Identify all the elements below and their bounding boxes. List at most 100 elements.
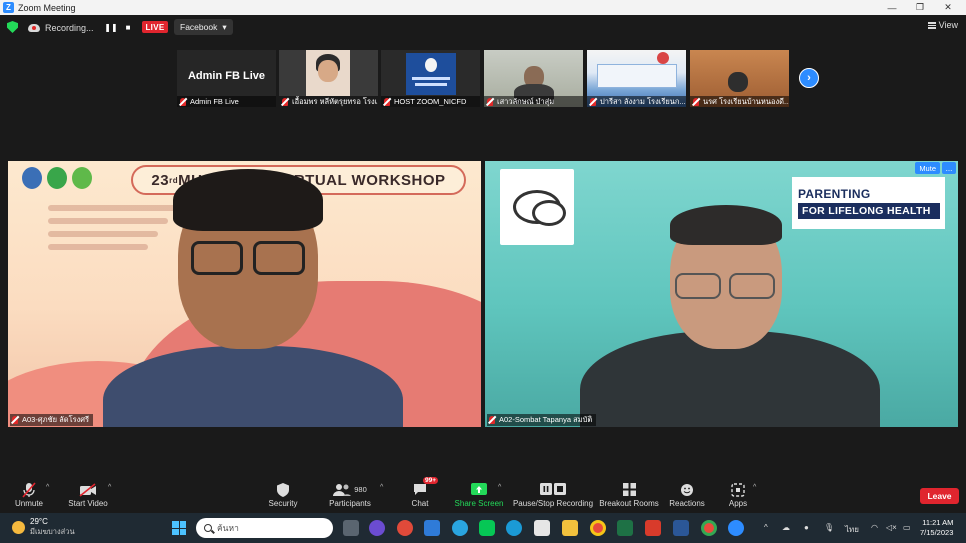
pause-stop-icon — [538, 480, 568, 499]
encryption-shield-icon[interactable] — [7, 21, 18, 33]
chat-button[interactable]: 99+ Chat — [410, 477, 439, 512]
chevron-up-icon[interactable]: ^ — [380, 484, 383, 491]
line-icon[interactable] — [479, 520, 495, 536]
start-video-label: Start Video — [68, 499, 108, 508]
excel-icon[interactable] — [617, 520, 633, 536]
reactions-button[interactable]: Reactions — [669, 480, 705, 512]
store-icon[interactable] — [534, 520, 550, 536]
mic-muted-icon — [180, 97, 186, 106]
mic-muted-icon — [487, 97, 493, 106]
mail-icon[interactable] — [424, 520, 440, 536]
speaker-video-tile[interactable]: PARENTING FOR LIFELONG HEALTH Mute ... A… — [485, 161, 958, 427]
more-options-button[interactable]: ... — [942, 162, 956, 174]
pause-recording-icon[interactable]: ❚❚ — [104, 20, 118, 34]
chevron-right-icon: › — [807, 72, 811, 84]
edge-icon[interactable] — [506, 520, 522, 536]
chevron-up-icon[interactable]: ^ — [498, 484, 501, 491]
wifi-icon[interactable]: ◠ — [871, 523, 878, 532]
app-tray-icon[interactable]: ● — [804, 523, 809, 532]
close-icon[interactable]: ✕ — [934, 0, 962, 15]
system-clock[interactable]: 11:21 AM 7/15/2023 — [920, 518, 953, 538]
mic-muted-icon — [384, 97, 390, 106]
stream-target-dropdown[interactable]: Facebook ▾ — [174, 19, 233, 35]
video-off-icon — [79, 480, 97, 499]
next-page-button[interactable]: › — [799, 68, 819, 88]
view-grid-icon — [927, 21, 936, 29]
chevron-up-icon[interactable]: ^ — [108, 484, 111, 491]
recording-indicator: Recording... — [28, 19, 94, 36]
pause-stop-recording-button[interactable]: Pause/Stop Recording — [512, 480, 594, 512]
unmute-label: Unmute — [14, 499, 43, 508]
parenting-brand-logo: PARENTING FOR LIFELONG HEALTH — [792, 177, 945, 229]
app-icon[interactable] — [452, 520, 468, 536]
weather-temperature: 29°C — [30, 517, 48, 526]
file-explorer-icon[interactable] — [562, 520, 578, 536]
app-icon[interactable] — [397, 520, 413, 536]
participant-label: นรศ โรงเรียนบ้านหนองดี... — [703, 96, 789, 106]
host-logo-image — [406, 53, 456, 95]
apps-button[interactable]: Apps — [728, 480, 748, 512]
minimize-icon[interactable]: — — [878, 0, 906, 15]
stop-recording-icon[interactable]: ■ — [121, 20, 135, 34]
participants-label: Participants — [329, 499, 371, 508]
maximize-icon[interactable]: ❐ — [906, 0, 934, 15]
zoom-app-icon[interactable] — [728, 520, 744, 536]
chevron-up-icon[interactable]: ^ — [753, 484, 756, 491]
windows-start-icon[interactable] — [172, 521, 186, 535]
speaker-muted-icon[interactable]: ◁× — [886, 523, 897, 532]
apps-icon — [731, 480, 745, 499]
school-image — [597, 64, 677, 88]
weather-widget[interactable]: 29°C มีเมฆบางส่วน — [12, 517, 75, 538]
taskbar-search-input[interactable]: ค้นหา — [196, 518, 333, 538]
participant-thumbnail[interactable]: เสาวลักษณ์ บำสุ่ม — [484, 50, 583, 107]
meeting-top-bar: Recording... ❚❚ ■ LIVE Facebook ▾ View — [0, 15, 966, 40]
participant-thumbnail[interactable]: เอื้อมพร หลีหัตรุยทรอ โรงเ... — [279, 50, 378, 107]
participant-label: ปารีสา ลังงาม โรงเรียนก... — [600, 96, 686, 106]
participants-button[interactable]: 980 Participants — [329, 480, 371, 512]
tray-chevron-icon[interactable]: ^ — [764, 523, 768, 532]
share-screen-button[interactable]: Share Screen — [455, 480, 503, 512]
start-video-button[interactable]: Start Video — [66, 480, 110, 512]
weather-description: มีเมฆบางส่วน — [30, 527, 75, 536]
participant-video — [728, 72, 748, 92]
teams-chat-icon[interactable] — [369, 520, 385, 536]
live-badge[interactable]: LIVE — [142, 21, 168, 33]
battery-icon[interactable]: ▭ — [903, 523, 911, 532]
microphone-icon[interactable]: 🎙︎ — [824, 523, 834, 532]
breakout-rooms-button[interactable]: Breakout Rooms — [599, 480, 659, 512]
security-button[interactable]: Security — [268, 480, 298, 512]
mic-muted-icon — [22, 480, 36, 499]
participant-thumbnail[interactable]: Admin FB Live Admin FB Live — [177, 50, 276, 107]
word-icon[interactable] — [673, 520, 689, 536]
brand-line-1: PARENTING — [798, 187, 871, 201]
mic-muted-icon — [282, 97, 288, 106]
partner-logo-icon — [72, 167, 92, 189]
participant-label: เอื้อมพร หลีหัตรุยทรอ โรงเ... — [292, 96, 378, 106]
chrome-icon[interactable] — [590, 520, 606, 536]
chevron-up-icon[interactable]: ^ — [46, 484, 49, 491]
participant-label: HOST ZOOM_NICFD — [394, 97, 467, 106]
participant-thumbnail[interactable]: HOST ZOOM_NICFD — [381, 50, 480, 107]
task-view-icon[interactable] — [343, 520, 359, 536]
leave-button[interactable]: Leave — [920, 488, 959, 504]
pdf-icon[interactable] — [645, 520, 661, 536]
banner-suffix: rd — [169, 175, 179, 185]
mic-muted-icon — [590, 97, 596, 106]
shield-icon — [277, 480, 289, 499]
mic-muted-icon — [12, 416, 18, 424]
recording-label: Recording... — [45, 22, 94, 33]
stream-target-label: Facebook — [180, 22, 218, 32]
chrome-icon[interactable] — [701, 520, 717, 536]
speaker-video-tile[interactable]: 23rd MU SCHOOL VIRTUAL WORKSHOP A03-ศุภช… — [8, 161, 481, 427]
view-button[interactable]: View — [927, 20, 958, 30]
mute-participant-button[interactable]: Mute — [915, 162, 940, 174]
unmute-button[interactable]: Unmute — [14, 480, 44, 512]
participant-thumbnail[interactable]: ปารีสา ลังงาม โรงเรียนก... — [587, 50, 686, 107]
breakout-rooms-icon — [622, 480, 636, 499]
participant-thumbnail[interactable]: นรศ โรงเรียนบ้านหนองดี... — [690, 50, 789, 107]
cloud-icon[interactable]: ☁ — [782, 523, 790, 532]
pause-stop-recording-label: Pause/Stop Recording — [512, 499, 594, 508]
language-indicator[interactable]: ไทย — [845, 523, 859, 536]
participants-count: 980 — [354, 485, 367, 494]
chevron-down-icon: ▾ — [222, 21, 227, 32]
